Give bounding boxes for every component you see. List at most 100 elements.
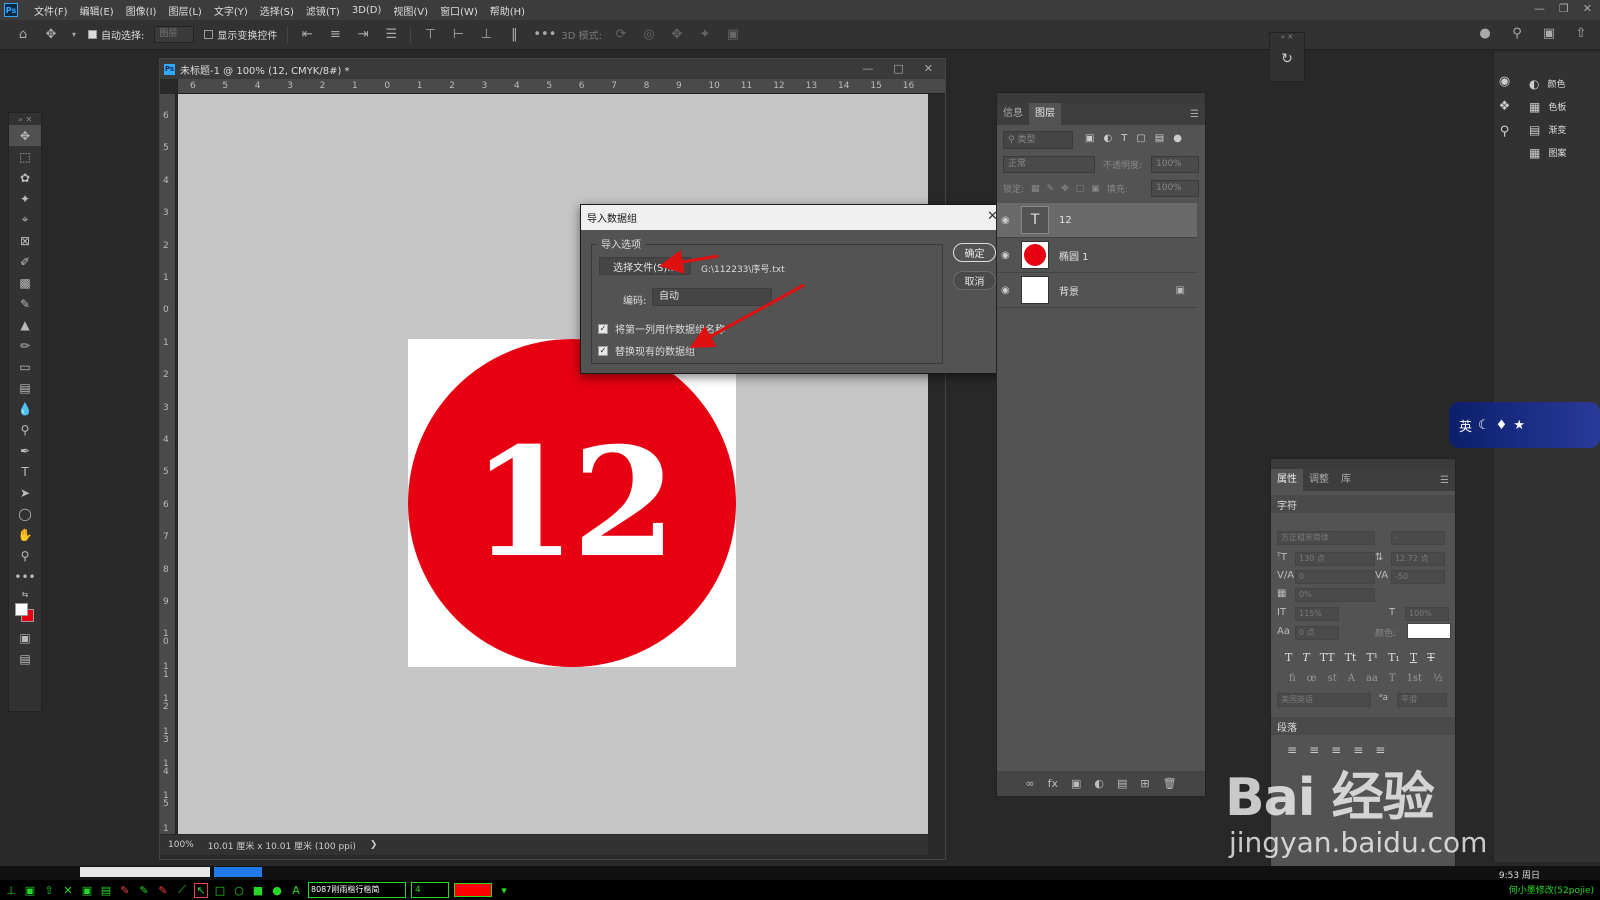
lock-icon[interactable]: ▣ (1176, 285, 1185, 296)
zoom-level[interactable]: 100% (168, 840, 194, 850)
align-left-icon[interactable]: ≡ (1287, 743, 1297, 757)
more-tools-icon[interactable]: ••• (9, 566, 41, 587)
menu-filter[interactable]: 滤镜(T) (300, 3, 346, 18)
paragraph-header[interactable]: 段落 (1271, 717, 1455, 735)
new-group-icon[interactable]: ▤ (1117, 777, 1127, 790)
foreground-color-swatch[interactable] (15, 603, 28, 616)
blend-mode-select[interactable]: 正常 (1003, 156, 1095, 173)
pencil-icon[interactable]: ✎ (137, 884, 151, 897)
antialias-select[interactable]: 平滑 (1397, 693, 1447, 707)
faux-italic-icon[interactable]: T (1302, 651, 1309, 664)
baseline-shift-field[interactable]: 0 点 (1295, 626, 1339, 640)
cancel-button[interactable]: 取消 (953, 271, 996, 290)
font-family-select[interactable]: 方正粗宋简体 (1277, 531, 1375, 545)
shirt-icon[interactable]: ♦ (1496, 418, 1508, 433)
workspace-icon[interactable]: ▣ (1540, 26, 1558, 41)
home-icon[interactable]: ⌂ (14, 27, 32, 42)
history-brush-tool-icon[interactable]: ✏ (9, 335, 41, 356)
tab-libraries[interactable]: 库 (1335, 469, 1357, 491)
swap-colors-icon[interactable]: ⇆ (9, 587, 41, 601)
tab-properties[interactable]: 属性 (1271, 469, 1303, 491)
color-swatches[interactable] (9, 601, 41, 627)
align-center-icon[interactable]: ≡ (326, 27, 344, 42)
underline-icon[interactable]: T (1410, 651, 1417, 664)
replace-dataset-checkbox[interactable]: ✓ 替换现有的数据组 (598, 343, 695, 358)
leading-field[interactable]: 12.72 点 (1391, 552, 1445, 566)
tab-info[interactable]: 信息 (997, 103, 1029, 125)
frame-icon[interactable]: ▣ (23, 884, 37, 897)
more-options-icon[interactable]: ••• (533, 27, 556, 42)
rectangle-icon[interactable]: □ (213, 884, 227, 897)
blur-tool-icon[interactable]: 💧 (9, 398, 41, 419)
superscript-icon[interactable]: T¹ (1366, 651, 1378, 664)
share-icon[interactable]: ⇧ (1572, 26, 1590, 41)
open-icon[interactable]: ▤ (99, 884, 113, 897)
moon-icon[interactable]: ☾ (1478, 418, 1490, 433)
font-style-select[interactable]: - (1391, 531, 1445, 545)
3d-pan-icon[interactable]: ✥ (668, 27, 686, 42)
path-selection-tool-icon[interactable]: ➤ (9, 482, 41, 503)
collapse-icon[interactable]: » ✕ (1270, 33, 1304, 43)
paths-icon[interactable]: ❖ (1494, 99, 1515, 114)
faux-bold-icon[interactable]: T (1285, 651, 1292, 664)
3d-slide-icon[interactable]: ✦ (696, 27, 714, 42)
panel-pattern[interactable]: ▦ 图案 (1515, 141, 1600, 164)
panel-menu-icon[interactable]: ☰ (1440, 475, 1449, 486)
distribute-icon[interactable]: ☰ (382, 27, 400, 42)
taskbar-app[interactable] (214, 867, 262, 877)
account-icon[interactable]: ● (1476, 26, 1494, 41)
delete-layer-icon[interactable]: 🗑 (1163, 777, 1177, 790)
eraser-tool-icon[interactable]: ▭ (9, 356, 41, 377)
tsume-field[interactable]: 0% (1295, 588, 1375, 602)
shape-filter-icon[interactable]: ▢ (1136, 133, 1145, 144)
document-tab[interactable]: Ps 未标题-1 @ 100% (12, CMYK/8#) * — □ ✕ (160, 59, 945, 79)
panel-menu-icon[interactable]: ☰ (1190, 109, 1199, 120)
all-caps-icon[interactable]: TT (1320, 651, 1335, 664)
kerning-field[interactable]: 0 (1295, 570, 1375, 584)
visibility-eye-icon[interactable]: ◉ (1001, 215, 1015, 226)
vertical-scale-field[interactable]: 115% (1295, 607, 1339, 621)
align-middle-icon[interactable]: ⊢ (449, 27, 467, 42)
brush-settings-icon[interactable]: ◉ (1494, 74, 1515, 89)
titling-icon[interactable]: aa (1366, 673, 1378, 684)
pen-tool-icon[interactable]: ✒ (9, 440, 41, 461)
ok-button[interactable]: 确定 (953, 243, 996, 262)
fx-icon[interactable]: fx (1048, 777, 1058, 790)
new-layer-icon[interactable]: ⊞ (1140, 777, 1149, 790)
lock-position-icon[interactable]: ✥ (1061, 184, 1069, 194)
magic-wand-tool-icon[interactable]: ✦ (9, 188, 41, 209)
strikethrough-icon[interactable]: T (1427, 651, 1434, 664)
line-icon[interactable]: ⟋ (175, 883, 189, 897)
hand-tool-icon[interactable]: ✋ (9, 524, 41, 545)
up-arrow-icon[interactable]: ⇧ (42, 884, 56, 897)
fraction-icon[interactable]: ½ (1433, 673, 1443, 684)
text-icon[interactable]: A (289, 884, 303, 897)
ime-toolbar[interactable]: 英 ☾ ♦ ★ (1449, 402, 1600, 448)
link-layers-icon[interactable]: ∞ (1025, 777, 1034, 790)
character-header[interactable]: 字符 (1271, 495, 1455, 513)
adjustment-layer-icon[interactable]: ◐ (1094, 777, 1104, 790)
chevron-right-icon[interactable]: ❯ (370, 840, 378, 850)
close-icon[interactable]: ✕ (1583, 2, 1592, 15)
pin-icon[interactable]: ⊥ (4, 884, 18, 897)
highlighter-icon[interactable]: ✎ (156, 884, 170, 897)
eyedropper-tool-icon[interactable]: ✐ (9, 251, 41, 272)
ime-language[interactable]: 英 (1459, 416, 1472, 435)
document-canvas[interactable]: 12 (408, 339, 736, 667)
menu-image[interactable]: 图像(I) (120, 3, 163, 18)
close-icon[interactable]: ✕ (924, 62, 933, 75)
menu-view[interactable]: 视图(V) (387, 3, 434, 18)
panel-swatches[interactable]: ▦ 色板 (1515, 95, 1600, 118)
layer-row-ellipse[interactable]: ◉ 椭圆 1 (997, 238, 1197, 273)
clone-stamp-tool-icon[interactable]: ▲ (9, 314, 41, 335)
layer-filter-select[interactable]: ⚲ 类型 (1003, 131, 1073, 149)
type-tool-icon[interactable]: T (9, 461, 41, 482)
menu-file[interactable]: 文件(F) (28, 3, 74, 18)
menu-edit[interactable]: 编辑(E) (74, 3, 120, 18)
gradient-tool-icon[interactable]: ▤ (9, 377, 41, 398)
ligature-icon[interactable]: fi (1289, 673, 1296, 684)
filled-ellipse-icon[interactable]: ● (270, 884, 284, 897)
pixel-filter-icon[interactable]: ▣ (1085, 133, 1094, 144)
auto-select-checkbox[interactable]: 自动选择: (88, 27, 144, 42)
frame-tool-icon[interactable]: ⊠ (9, 230, 41, 251)
